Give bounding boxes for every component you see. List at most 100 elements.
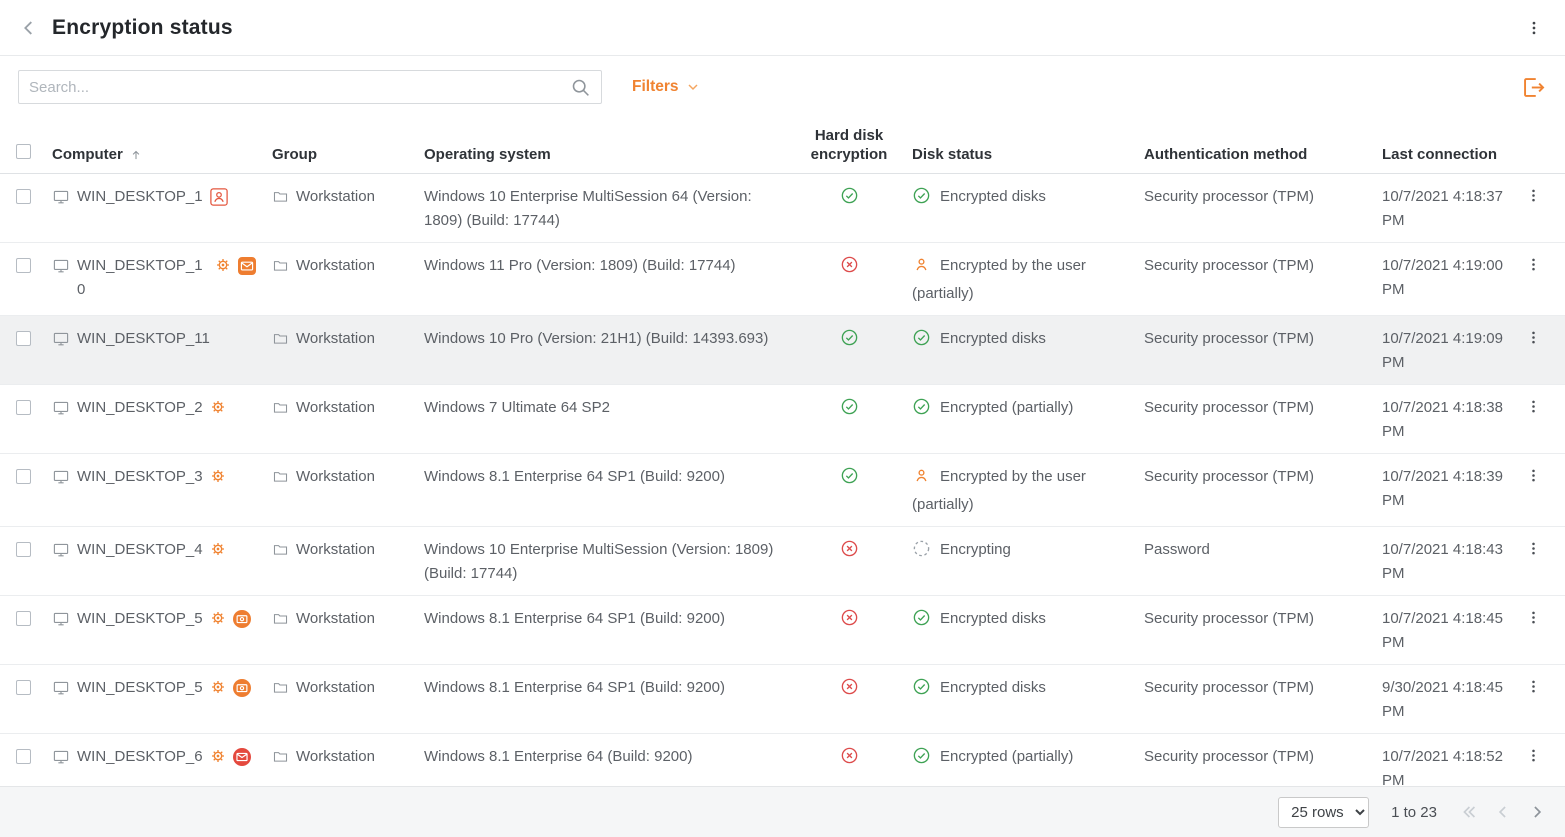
pending-restart-gear-icon bbox=[210, 610, 226, 626]
rows-per-page-select[interactable]: 25 rows bbox=[1278, 797, 1369, 828]
folder-icon bbox=[272, 399, 289, 424]
computer-name[interactable]: WIN_DESKTOP_1 bbox=[77, 185, 203, 209]
row-menu-icon[interactable] bbox=[1525, 540, 1542, 557]
group-label: Workstation bbox=[296, 185, 375, 209]
row-menu-icon[interactable] bbox=[1525, 187, 1542, 204]
last-connection: 10/7/2021 4:18:37 PM bbox=[1368, 174, 1520, 242]
toolbar: Filters bbox=[0, 56, 1565, 118]
hdd-encryption-status-icon bbox=[840, 746, 859, 773]
monitor-icon bbox=[52, 679, 70, 705]
back-button[interactable] bbox=[18, 17, 40, 39]
row-menu-icon[interactable] bbox=[1525, 329, 1542, 346]
search-input[interactable] bbox=[29, 79, 570, 96]
row-checkbox[interactable] bbox=[16, 258, 31, 273]
row-menu-icon[interactable] bbox=[1525, 747, 1542, 764]
computer-name[interactable]: WIN_DESKTOP_2 bbox=[77, 396, 203, 420]
row-checkbox[interactable] bbox=[16, 189, 31, 204]
pending-restart-gear-icon bbox=[210, 679, 226, 695]
alert-badge-icon bbox=[233, 679, 251, 697]
computer-name[interactable]: WIN_DESKTOP_5 bbox=[77, 607, 203, 631]
export-icon[interactable] bbox=[1520, 74, 1547, 101]
auth-method: Security processor (TPM) bbox=[1130, 734, 1368, 778]
disk-status-icon bbox=[912, 255, 931, 282]
column-header-auth-method[interactable]: Authentication method bbox=[1130, 145, 1368, 164]
computer-name[interactable]: WIN_DESKTOP_11 bbox=[77, 327, 210, 351]
header-menu-icon[interactable] bbox=[1521, 15, 1547, 41]
monitor-icon bbox=[52, 399, 70, 425]
column-header-os[interactable]: Operating system bbox=[414, 145, 804, 164]
column-header-group[interactable]: Group bbox=[266, 145, 414, 164]
disk-status-icon bbox=[912, 608, 931, 635]
column-header-hdd-encryption[interactable]: Hard disk encryption bbox=[804, 126, 898, 164]
sort-ascending-icon bbox=[129, 148, 143, 162]
row-checkbox[interactable] bbox=[16, 611, 31, 626]
group-label: Workstation bbox=[296, 327, 375, 351]
row-checkbox[interactable] bbox=[16, 749, 31, 764]
column-header-last-connection[interactable]: Last connection bbox=[1368, 145, 1520, 164]
row-checkbox[interactable] bbox=[16, 400, 31, 415]
column-header-computer[interactable]: Computer bbox=[52, 145, 266, 164]
group-label: Workstation bbox=[296, 676, 375, 700]
row-checkbox[interactable] bbox=[16, 331, 31, 346]
computer-name[interactable]: WIN_DESKTOP_5 bbox=[77, 676, 203, 700]
disk-status-label: Encrypted (partially) bbox=[940, 748, 1073, 765]
pending-restart-gear-icon bbox=[215, 257, 231, 273]
auth-method: Security processor (TPM) bbox=[1130, 316, 1368, 360]
computer-name[interactable]: WIN_DESKTOP_3 bbox=[77, 465, 203, 489]
pending-restart-gear-icon bbox=[210, 399, 226, 415]
row-checkbox[interactable] bbox=[16, 680, 31, 695]
page-title: Encryption status bbox=[52, 16, 233, 40]
column-header-disk-status[interactable]: Disk status bbox=[898, 145, 1130, 164]
computer-name[interactable]: WIN_DESKTOP_4 bbox=[77, 538, 203, 562]
disk-status-icon bbox=[912, 539, 931, 566]
computer-name[interactable]: WIN_DESKTOP_10 bbox=[77, 254, 208, 302]
disk-status-icon bbox=[912, 186, 931, 213]
row-menu-icon[interactable] bbox=[1525, 398, 1542, 415]
group-label: Workstation bbox=[296, 254, 375, 278]
chevron-left-icon bbox=[18, 17, 40, 39]
computer-name[interactable]: WIN_DESKTOP_6 bbox=[77, 745, 203, 769]
os-label: Windows 7 Ultimate 64 SP2 bbox=[414, 385, 804, 429]
monitor-icon bbox=[52, 330, 70, 356]
first-page-icon[interactable] bbox=[1459, 802, 1479, 822]
pending-restart-gear-icon bbox=[210, 541, 226, 557]
row-checkbox[interactable] bbox=[16, 469, 31, 484]
folder-icon bbox=[272, 468, 289, 493]
hdd-encryption-status-icon bbox=[840, 539, 859, 566]
disk-status-label: Encrypted disks bbox=[940, 679, 1046, 696]
last-connection: 9/30/2021 4:18:45 PM bbox=[1368, 665, 1520, 733]
monitor-icon bbox=[52, 541, 70, 567]
monitor-icon bbox=[52, 257, 70, 283]
auth-method: Security processor (TPM) bbox=[1130, 454, 1368, 498]
row-menu-icon[interactable] bbox=[1525, 256, 1542, 273]
table-header: Computer Group Operating system Hard dis… bbox=[0, 118, 1565, 174]
last-connection: 10/7/2021 4:19:09 PM bbox=[1368, 316, 1520, 384]
row-menu-icon[interactable] bbox=[1525, 467, 1542, 484]
disk-status-label: Encrypted disks bbox=[940, 330, 1046, 347]
search-icon[interactable] bbox=[570, 77, 591, 98]
next-page-icon[interactable] bbox=[1527, 802, 1547, 822]
title-bar: Encryption status bbox=[0, 0, 1565, 56]
row-menu-icon[interactable] bbox=[1525, 609, 1542, 626]
auth-method: Security processor (TPM) bbox=[1130, 174, 1368, 218]
hdd-encryption-status-icon bbox=[840, 186, 859, 213]
select-all-checkbox[interactable] bbox=[16, 144, 31, 159]
group-label: Workstation bbox=[296, 396, 375, 420]
disk-status-icon bbox=[912, 397, 931, 424]
folder-icon bbox=[272, 679, 289, 704]
group-label: Workstation bbox=[296, 607, 375, 631]
alert-badge-icon bbox=[238, 257, 256, 275]
last-connection: 10/7/2021 4:18:38 PM bbox=[1368, 385, 1520, 453]
table-row: WIN_DESKTOP_5 Workstation Windows 8.1 En… bbox=[0, 665, 1565, 734]
disk-status-label: Encrypted disks bbox=[940, 610, 1046, 627]
disk-status-icon bbox=[912, 677, 931, 704]
prev-page-icon[interactable] bbox=[1493, 802, 1513, 822]
os-label: Windows 8.1 Enterprise 64 SP1 (Build: 92… bbox=[414, 665, 804, 709]
group-label: Workstation bbox=[296, 465, 375, 489]
auth-method: Security processor (TPM) bbox=[1130, 596, 1368, 640]
row-menu-icon[interactable] bbox=[1525, 678, 1542, 695]
search-box bbox=[18, 70, 602, 104]
filters-button[interactable]: Filters bbox=[632, 78, 701, 96]
row-checkbox[interactable] bbox=[16, 542, 31, 557]
group-label: Workstation bbox=[296, 745, 375, 769]
